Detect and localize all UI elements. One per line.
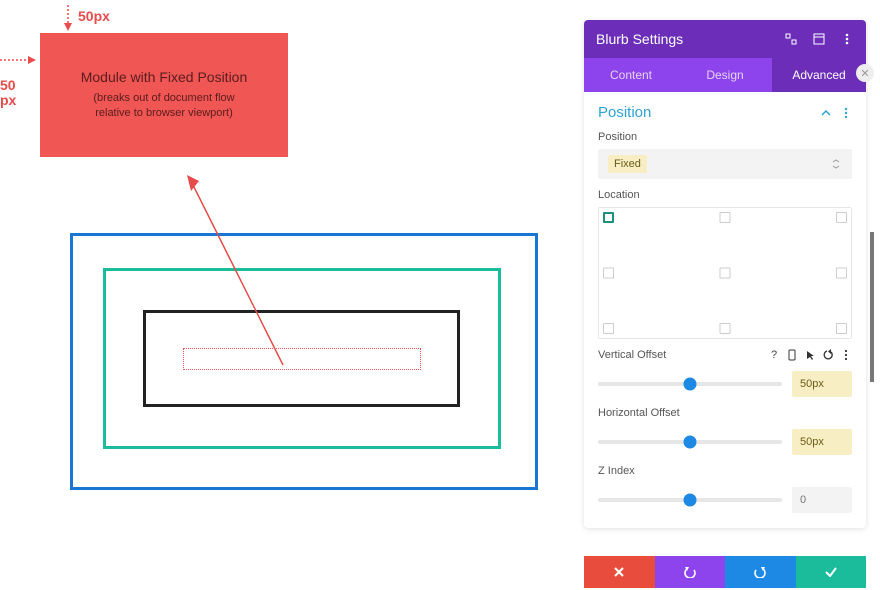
location-bottom-left[interactable] [603,323,614,334]
location-bottom-center[interactable] [720,323,731,334]
location-top-center[interactable] [720,212,731,223]
annotation-top-arrow [63,5,73,31]
vertical-offset-value[interactable]: 50px [792,371,852,397]
scrollbar[interactable] [870,232,874,382]
tab-advanced[interactable]: Advanced [772,58,866,92]
section-more-icon[interactable] [840,107,852,119]
annotation-left-arrow [0,55,36,65]
tab-content[interactable]: Content [584,58,678,92]
hover-icon[interactable] [804,349,816,361]
location-center-center[interactable] [720,268,731,279]
vertical-offset-label: Vertical Offset [598,349,666,361]
more-icon[interactable] [840,32,854,46]
location-label: Location [598,189,852,201]
annotation-top-label: 50px [78,8,110,24]
location-center-right[interactable] [836,268,847,279]
module-title: Module with Fixed Position [81,69,248,85]
horizontal-offset-label: Horizontal Offset [598,407,852,419]
panel-tabs: Content Design Advanced [584,58,866,92]
position-label: Position [598,131,852,143]
panel-header: Blurb Settings [584,20,866,58]
position-select-value: Fixed [608,155,647,173]
select-caret-icon [830,158,842,170]
undo-button[interactable] [655,556,726,588]
vertical-offset-slider[interactable] [598,382,782,386]
location-top-left[interactable] [603,212,614,223]
z-index-slider[interactable] [598,498,782,502]
close-icon[interactable]: ✕ [856,64,874,82]
tab-design[interactable]: Design [678,58,772,92]
chevron-up-icon[interactable] [820,107,832,119]
panel-title: Blurb Settings [596,31,683,47]
cancel-button[interactable] [584,556,655,588]
section-position-title[interactable]: Position [598,104,651,121]
z-index-label: Z Index [598,465,852,477]
horizontal-offset-slider[interactable] [598,440,782,444]
settings-panel: Blurb Settings Content Design Advanced P… [584,20,866,528]
save-button[interactable] [796,556,867,588]
location-top-right[interactable] [836,212,847,223]
responsive-phone-icon[interactable] [786,349,798,361]
expand-icon[interactable] [784,32,798,46]
location-grid[interactable] [598,207,852,339]
annotation-left-label: 50px [0,78,16,109]
origin-arrow [183,175,293,375]
field-more-icon[interactable] [840,349,852,361]
help-icon[interactable]: ? [768,349,780,361]
panel-footer [584,556,866,588]
reset-icon[interactable] [822,349,834,361]
z-index-value[interactable]: 0 [792,487,852,513]
horizontal-offset-value[interactable]: 50px [792,429,852,455]
redo-button[interactable] [725,556,796,588]
module-fixed-position-box: Module with Fixed Position (breaks out o… [40,33,288,157]
location-center-left[interactable] [603,268,614,279]
module-subtitle: (breaks out of document flowrelative to … [93,91,234,122]
wireframe-icon[interactable] [812,32,826,46]
position-select[interactable]: Fixed [598,149,852,179]
location-bottom-right[interactable] [836,323,847,334]
